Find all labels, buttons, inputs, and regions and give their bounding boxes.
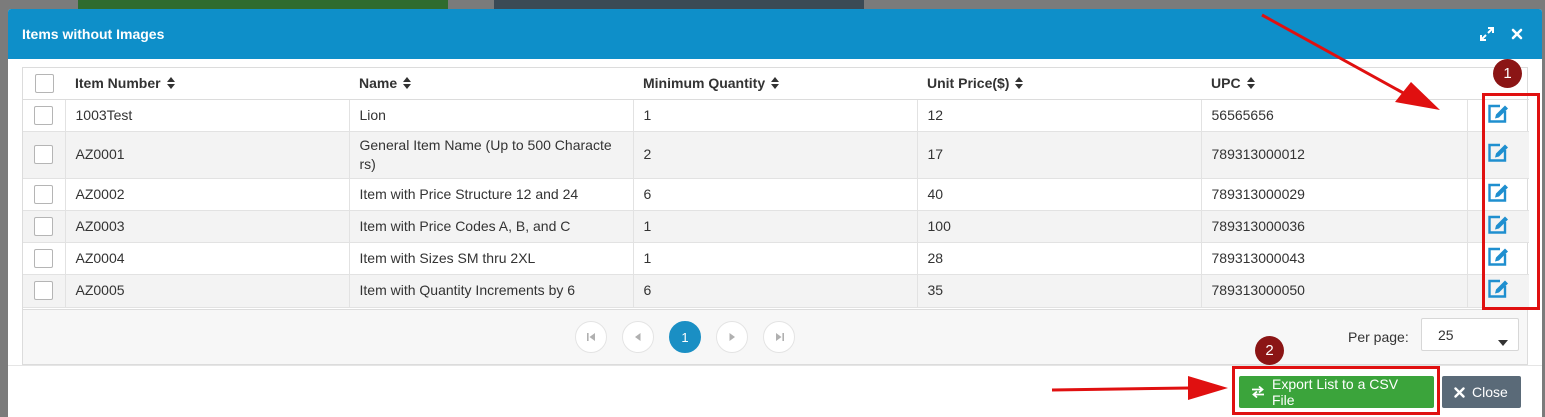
annotation-arrows — [1051, 13, 1440, 400]
